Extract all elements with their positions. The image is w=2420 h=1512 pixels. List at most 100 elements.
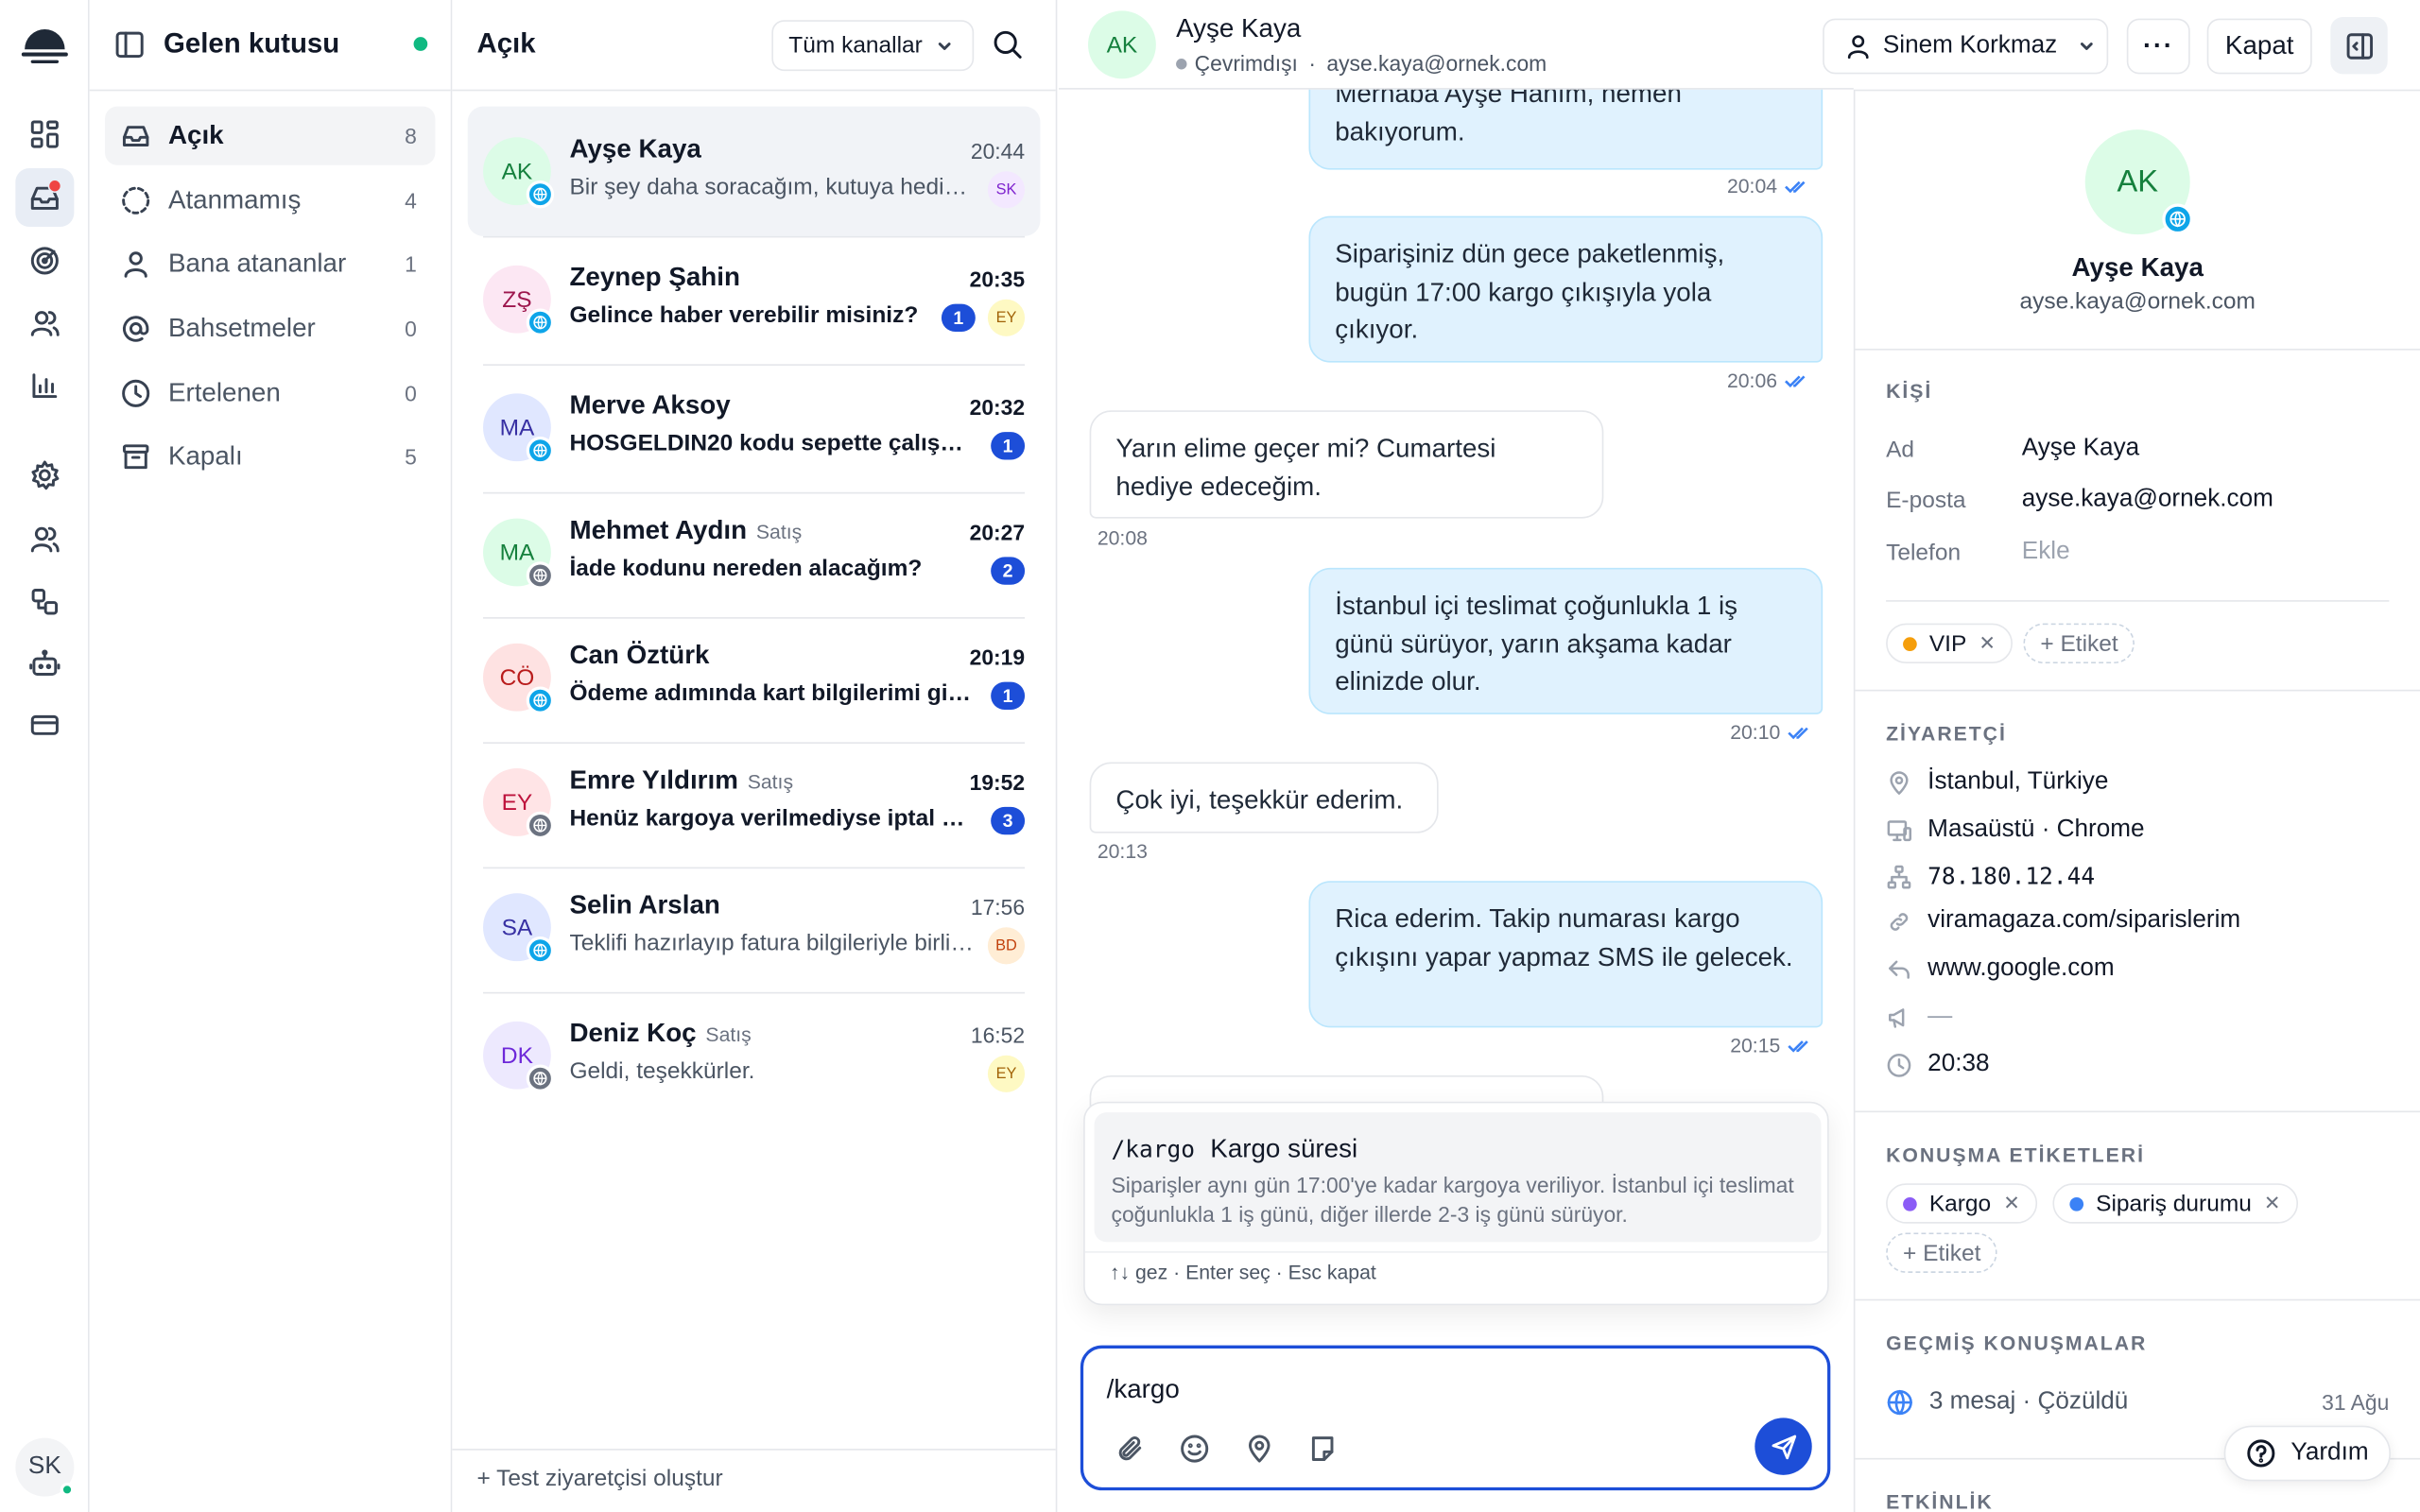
conversation-name: Zeynep Şahin — [569, 263, 739, 294]
remove-label-icon[interactable]: ✕ — [1979, 631, 1996, 656]
nav-item-count: 0 — [405, 381, 417, 406]
remove-label-icon[interactable]: ✕ — [2264, 1191, 2281, 1215]
archive-icon — [122, 444, 149, 470]
visitor-campaign: — — [1886, 1003, 1952, 1030]
field-value[interactable]: ayse.kaya@ornek.com — [2022, 486, 2273, 513]
billing-icon[interactable] — [15, 696, 74, 754]
radar-icon[interactable] — [15, 232, 74, 290]
conversation-avatar: MA — [483, 518, 555, 590]
reports-icon[interactable] — [15, 356, 74, 415]
nav-item-label: Ertelenen — [167, 377, 281, 408]
message-time: 20:15 — [1730, 1034, 1811, 1057]
message-time: 20:08 — [1098, 526, 1148, 549]
canned-response-item[interactable]: /kargo Kargo süresi Siparişler aynı gün … — [1094, 1112, 1822, 1243]
note-icon[interactable] — [1307, 1434, 1339, 1465]
conversation-name: Merve Aksoy — [569, 390, 730, 421]
conversation-item[interactable]: DK Deniz Koç Satış 16:52 Geldi, teşekkürler… — [468, 990, 1041, 1120]
conversation-preview: Ödeme adımında kart bilgilerimi giremiyo… — [569, 680, 977, 707]
team-icon[interactable] — [15, 509, 74, 568]
location-icon[interactable] — [1244, 1434, 1275, 1465]
conversation-time: 17:56 — [970, 894, 1026, 920]
conversation-item[interactable]: AK Ayşe Kaya 20:44 Bir şey daha soracağım,… — [467, 106, 1041, 238]
past-conversation-item[interactable]: 3 mesaj · Çözüldü — [1886, 1388, 2128, 1416]
composer-input[interactable]: /kargo — [1107, 1375, 1180, 1406]
contacts-icon[interactable] — [15, 293, 74, 352]
logo-icon[interactable] — [15, 15, 74, 71]
nav-item-mentions[interactable]: Bahsetmeler 0 — [105, 300, 435, 358]
assignee-avatar: SK — [987, 171, 1026, 209]
send-button[interactable] — [1754, 1418, 1812, 1475]
globe-icon — [533, 818, 547, 833]
chevron-down-icon — [938, 42, 951, 50]
nav-item-count: 1 — [405, 251, 417, 277]
bot-icon[interactable] — [15, 634, 74, 693]
add-conversation-label-button[interactable]: + Etiket — [1886, 1232, 1998, 1273]
web-channel-badge — [2162, 203, 2193, 235]
message-time: 20:13 — [1098, 839, 1148, 862]
network-icon — [1887, 864, 1911, 888]
inbox-status-dot — [413, 37, 428, 51]
conversation-item[interactable]: CÖ Can Öztürk 20:19 Ödeme adımında kart bi… — [468, 612, 1041, 744]
panel-right-icon — [2345, 32, 2373, 59]
conversation-item[interactable]: EY Emre Yıldırım Satış 19:52 Henüz kargoya … — [468, 737, 1041, 869]
add-phone-link[interactable]: Ekle — [2022, 539, 2070, 566]
visitor-referrer: www.google.com — [1886, 955, 2115, 983]
contact-initials: AK — [2117, 163, 2159, 198]
conversation-item[interactable]: SA Selin Arslan 17:56 Teklifi hazırlayıp f… — [468, 863, 1041, 994]
field-row-email: E-posta ayse.kaya@ornek.com — [1886, 486, 2273, 513]
assignee-dropdown[interactable]: Sinem Korkmaz — [1823, 18, 2109, 75]
sidebar-toggle-icon[interactable] — [114, 29, 146, 60]
visitor-page-text[interactable]: viramagaza.com/siparislerim — [1927, 907, 2240, 935]
more-options-button[interactable]: ··· — [2126, 18, 2190, 75]
divider — [452, 89, 1056, 92]
chat-panel: Merhaba Ayşe Hanım, hemen bakıyorum. 20:… — [1059, 0, 1854, 1512]
add-label-button[interactable]: + Etiket — [2023, 623, 2135, 664]
dashboard-icon[interactable] — [15, 105, 74, 163]
unread-count-badge: 1 — [941, 303, 976, 333]
section-title-past-conversations: GEÇMİŞ KONUŞMALAR — [1886, 1331, 2148, 1355]
remove-label-icon[interactable]: ✕ — [2003, 1191, 2020, 1215]
help-label: Yardım — [2290, 1439, 2369, 1467]
channel-badge — [526, 811, 555, 840]
conversation-time: 20:27 — [969, 520, 1026, 545]
field-row-name: Ad Ayşe Kaya — [1886, 435, 2139, 462]
visitor-referrer-text: www.google.com — [1927, 954, 2115, 982]
canned-shortcut: /kargo — [1111, 1135, 1195, 1164]
visitor-location-text: İstanbul, Türkiye — [1927, 768, 2109, 795]
channel-badge — [526, 936, 555, 965]
nav-item-open[interactable]: Açık 8 — [105, 106, 436, 165]
nav-item-unassigned[interactable]: Atanmamış 4 — [105, 171, 435, 230]
conversation-time: 20:44 — [970, 138, 1026, 164]
visitor-device: Masaüstü · Chrome — [1886, 816, 2145, 844]
user-icon — [1847, 35, 1869, 60]
conversation-item[interactable]: ZŞ Zeynep Şahin 20:35 Gelince haber verebi… — [468, 234, 1041, 366]
user-avatar[interactable]: SK — [15, 1437, 75, 1497]
conversation-item[interactable]: MA Merve Aksoy 20:32 HOSGELDIN20 kodu sepe… — [468, 363, 1041, 494]
search-icon[interactable] — [991, 27, 1025, 61]
at-sign-icon — [122, 316, 149, 342]
conversation-time: 20:35 — [969, 266, 1026, 292]
channel-filter-dropdown[interactable]: Tüm kanallar — [771, 20, 975, 72]
create-test-visitor-link[interactable]: + Test ziyaretçisi oluştur — [476, 1466, 722, 1492]
toggle-details-panel-button[interactable] — [2330, 16, 2388, 75]
integrations-icon[interactable] — [15, 573, 74, 631]
reply-arrow-icon — [1889, 959, 1910, 978]
nav-item-snoozed[interactable]: Ertelenen 0 — [105, 364, 435, 422]
close-conversation-button[interactable]: Kapat — [2206, 18, 2312, 75]
attachment-icon[interactable] — [1115, 1434, 1147, 1465]
inbox-icon[interactable] — [15, 167, 75, 227]
conversation-item[interactable]: MA Mehmet Aydın Satış 20:27 İade kodunu ner… — [468, 488, 1041, 619]
conversation-avatar: AK — [483, 137, 555, 209]
section-title-activity: ETKİNLİK — [1886, 1490, 1994, 1512]
nav-item-closed[interactable]: Kapalı 5 — [105, 427, 435, 486]
nav-item-assigned-to-me[interactable]: Bana atananlar 1 — [105, 234, 435, 293]
emoji-icon[interactable] — [1179, 1434, 1210, 1465]
help-button[interactable]: Yardım — [2223, 1425, 2391, 1482]
message-time: 20:06 — [1727, 369, 1808, 392]
nav-item-label: Atanmamış — [167, 184, 302, 215]
conversation-preview: Henüz kargoya verilmediyse iptal olur mu… — [569, 805, 977, 832]
avatar-initials: MA — [499, 539, 535, 566]
field-value[interactable]: Ayşe Kaya — [2022, 435, 2139, 462]
settings-icon[interactable] — [15, 446, 74, 505]
channel-badge — [526, 437, 555, 465]
